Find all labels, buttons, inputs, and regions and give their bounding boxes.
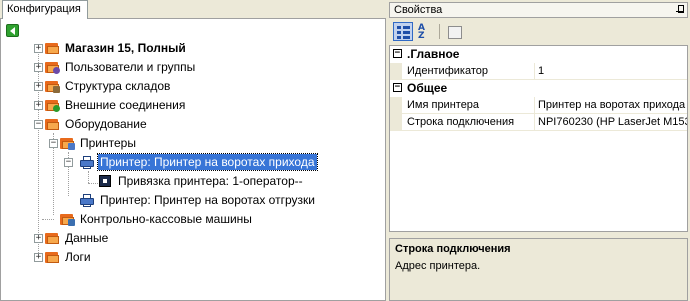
az-sort-icon: A Z — [418, 23, 425, 41]
tree-item-users[interactable]: Пользователи и группы — [44, 57, 197, 76]
property-value[interactable]: NPI760230 (HP LaserJet M1536 — [535, 114, 687, 131]
expander-printers[interactable]: − — [49, 139, 58, 148]
expander-connections[interactable]: + — [34, 101, 43, 110]
tab-strip: Конфигурация — [0, 0, 386, 20]
collapse-icon[interactable]: − — [393, 83, 402, 92]
folder-icon — [44, 249, 60, 265]
expander-printer-in[interactable]: − — [64, 158, 73, 167]
properties-panel: Свойства A Z − .Главное Идентификатор 1 … — [389, 2, 690, 301]
expander-users[interactable]: + — [34, 63, 43, 72]
configuration-panel: Конфигурация + Магазин 15, Полный + Поль… — [0, 0, 386, 301]
property-value[interactable]: 1 — [535, 63, 687, 80]
properties-header: Свойства — [389, 2, 688, 18]
tree-item-warehouse[interactable]: Структура складов — [44, 76, 172, 95]
tree-item-label: Принтеры — [80, 135, 136, 150]
properties-title: Свойства — [394, 4, 443, 16]
category-label: .Главное — [407, 47, 460, 61]
property-row[interactable]: Строка подключения NPI760230 (HP LaserJe… — [390, 114, 687, 131]
description-text: Адрес принтера. — [395, 260, 481, 272]
users-folder-icon — [44, 59, 60, 75]
tree-item-label: Логи — [65, 249, 91, 264]
tree-item-label: Магазин 15, Полный — [65, 40, 186, 55]
binding-icon — [97, 173, 113, 189]
tree-item-label: Оборудование — [65, 116, 147, 131]
tree-item-printer-binding[interactable]: Привязка принтера: 1-оператор-- — [97, 171, 305, 190]
tree-item-printer-out[interactable]: Принтер: Принтер на воротах отгрузки — [79, 190, 317, 209]
properties-toolbar: A Z — [389, 18, 688, 44]
tree-item-connections[interactable]: Внешние соединения — [44, 95, 187, 114]
tree-item-label: Привязка принтера: 1-оператор-- — [118, 173, 303, 188]
tree-item-label: Принтер: Принтер на воротах прихода — [97, 152, 318, 171]
tree-item-printer-in[interactable]: Принтер: Принтер на воротах прихода — [79, 152, 318, 171]
property-grid[interactable]: − .Главное Идентификатор 1 − Общее Имя п… — [389, 45, 688, 232]
printer-icon — [79, 192, 95, 208]
tree-item-printers[interactable]: Принтеры — [59, 133, 138, 152]
tree-item-store[interactable]: Магазин 15, Полный — [44, 38, 188, 57]
tree-item-cash-registers[interactable]: Контрольно-кассовые машины — [59, 209, 254, 228]
collapse-icon[interactable]: − — [393, 49, 402, 58]
expander-data[interactable]: + — [34, 234, 43, 243]
tree-item-label: Внешние соединения — [65, 97, 186, 112]
category-general[interactable]: − Общее — [390, 80, 687, 97]
back-arrow-icon[interactable] — [6, 24, 19, 37]
connections-folder-icon — [44, 97, 60, 113]
tree-item-logs[interactable]: Логи — [44, 247, 93, 266]
tab-configuration[interactable]: Конфигурация — [2, 0, 88, 20]
category-label: Общее — [407, 81, 448, 95]
description-title: Строка подключения — [395, 243, 511, 255]
cash-register-folder-icon — [59, 211, 75, 227]
alphabetical-sort-button[interactable]: A Z — [415, 22, 435, 41]
expander-warehouse[interactable]: + — [34, 82, 43, 91]
category-main[interactable]: − .Главное — [390, 46, 687, 63]
tree-view[interactable]: + Магазин 15, Полный + Пользователи и гр… — [0, 19, 386, 301]
tree-item-label: Контрольно-кассовые машины — [80, 211, 252, 226]
expander-store[interactable]: + — [34, 44, 43, 53]
toolbar-separator — [439, 24, 440, 39]
property-value[interactable]: Принтер на воротах прихода — [535, 97, 687, 114]
tree-item-label: Данные — [65, 230, 109, 245]
categorized-view-button[interactable] — [393, 22, 413, 41]
folder-icon — [44, 230, 60, 246]
property-description: Строка подключения Адрес принтера. — [389, 238, 688, 301]
tree-item-label: Принтер: Принтер на воротах отгрузки — [100, 192, 315, 207]
folder-icon — [44, 40, 60, 56]
property-name: Идентификатор — [402, 63, 535, 80]
expander-equipment[interactable]: − — [34, 120, 43, 129]
tree-item-equipment[interactable]: Оборудование — [44, 114, 149, 133]
property-row[interactable]: Идентификатор 1 — [390, 63, 687, 80]
property-name: Строка подключения — [402, 114, 535, 131]
property-row[interactable]: Имя принтера Принтер на воротах прихода — [390, 97, 687, 114]
property-name: Имя принтера — [402, 97, 535, 114]
property-pages-button[interactable] — [444, 22, 464, 41]
expander-logs[interactable]: + — [34, 253, 43, 262]
tree-item-label: Структура складов — [65, 78, 171, 93]
printer-icon — [79, 154, 95, 170]
printers-folder-icon — [59, 135, 75, 151]
tree-item-label: Пользователи и группы — [65, 59, 196, 74]
tree-item-data[interactable]: Данные — [44, 228, 110, 247]
pin-icon[interactable] — [676, 5, 684, 15]
equipment-folder-icon — [44, 116, 60, 132]
warehouse-folder-icon — [44, 78, 60, 94]
